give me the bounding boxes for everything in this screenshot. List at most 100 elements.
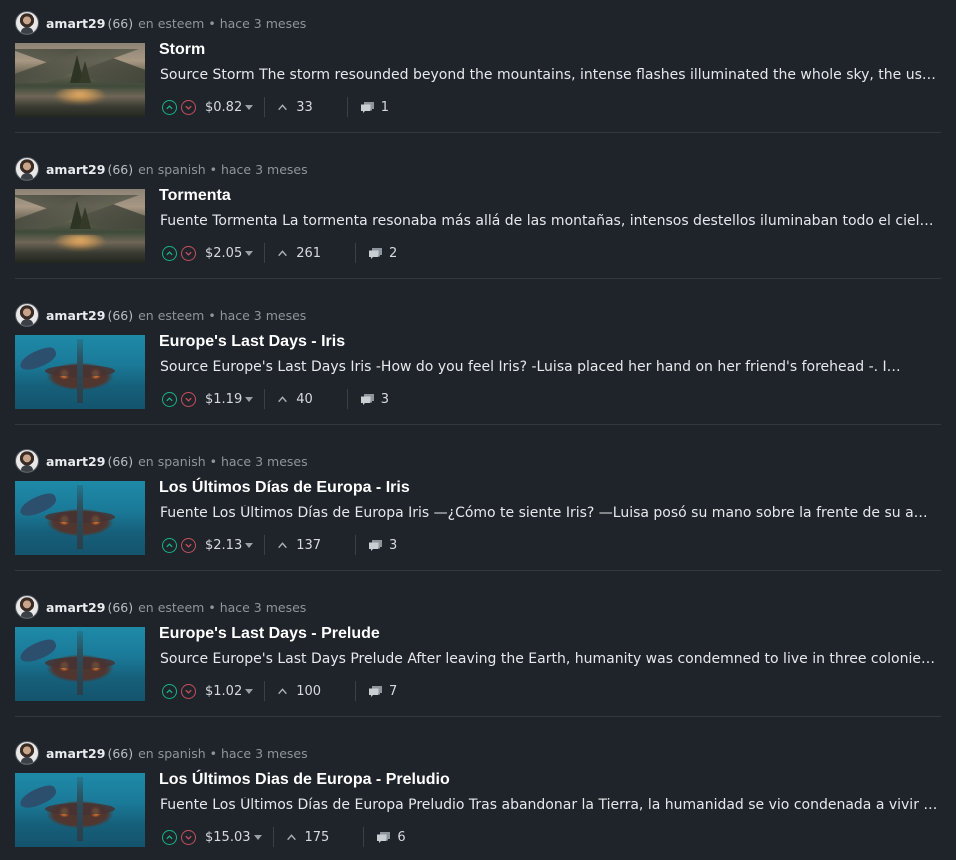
author-name[interactable]: amart29 [46, 16, 105, 31]
caret-down-icon[interactable] [245, 688, 254, 694]
votes-chevron-icon[interactable] [277, 248, 288, 259]
comment-icon[interactable] [368, 684, 383, 698]
upvote-button[interactable] [162, 99, 177, 115]
post-thumbnail[interactable] [15, 627, 145, 701]
post-title[interactable]: Europe's Last Days - Iris [159, 333, 345, 351]
comment-icon[interactable] [376, 830, 391, 844]
comments-count[interactable]: 2 [389, 246, 397, 261]
post-title[interactable]: Europe's Last Days - Prelude [159, 625, 380, 643]
post-thumbnail[interactable] [15, 335, 145, 409]
author-reputation: (66) [107, 453, 134, 469]
caret-down-icon[interactable] [245, 104, 254, 110]
post-title[interactable]: Tormenta [159, 187, 231, 205]
post-excerpt[interactable]: Fuente Los Últimos Días de Europa Prelud… [160, 797, 940, 813]
votes-count[interactable]: 137 [296, 538, 321, 553]
post-card: amart29 (66) en spanish • hace 3 meses L… [0, 438, 956, 584]
votes-chevron-icon[interactable] [277, 102, 288, 113]
chevron-down-icon [185, 689, 192, 694]
caret-down-icon[interactable] [245, 542, 254, 548]
payout-value[interactable]: $2.05 [205, 246, 242, 261]
comment-icon[interactable] [360, 392, 375, 406]
votes-count[interactable]: 175 [305, 830, 330, 845]
avatar[interactable] [15, 595, 39, 619]
comments-count[interactable]: 3 [381, 392, 389, 407]
downvote-button[interactable] [181, 537, 196, 553]
upvote-button[interactable] [162, 245, 177, 261]
avatar[interactable] [15, 449, 39, 473]
community-link[interactable]: en spanish [138, 162, 206, 177]
divider [264, 389, 266, 409]
payout-value[interactable]: $1.02 [205, 684, 242, 699]
votes-chevron-icon[interactable] [277, 540, 288, 551]
author-name[interactable]: amart29 [46, 308, 105, 323]
post-title[interactable]: Storm [159, 41, 205, 59]
author-name[interactable]: amart29 [46, 162, 105, 177]
caret-down-icon[interactable] [245, 396, 254, 402]
votes-count[interactable]: 33 [296, 100, 313, 115]
votes-count[interactable]: 40 [296, 392, 313, 407]
votes-chevron-icon[interactable] [286, 832, 297, 843]
votes-chevron-icon[interactable] [277, 686, 288, 697]
upvote-button[interactable] [162, 829, 177, 845]
votes-chevron-icon[interactable] [277, 394, 288, 405]
chevron-up-icon [166, 542, 173, 547]
comments-count[interactable]: 7 [389, 684, 397, 699]
downvote-button[interactable] [181, 829, 196, 845]
avatar[interactable] [15, 157, 39, 181]
author-name[interactable]: amart29 [46, 454, 105, 469]
author-name[interactable]: amart29 [46, 600, 105, 615]
avatar[interactable] [15, 741, 39, 765]
comments-count[interactable]: 1 [381, 100, 389, 115]
votes-count[interactable]: 100 [296, 684, 321, 699]
downvote-button[interactable] [181, 391, 196, 407]
downvote-button[interactable] [181, 683, 196, 699]
meta-dot: • [205, 745, 221, 761]
caret-down-icon[interactable] [253, 834, 262, 840]
community-link[interactable]: en esteem [138, 600, 204, 615]
community-link[interactable]: en esteem [138, 308, 204, 323]
post-excerpt[interactable]: Fuente Tormenta La tormenta resonaba más… [160, 213, 940, 229]
post-excerpt[interactable]: Source Storm The storm resounded beyond … [160, 67, 940, 83]
payout-value[interactable]: $2.13 [205, 538, 242, 553]
comment-icon[interactable] [360, 100, 375, 114]
post-title[interactable]: Los Últimos Dias de Europa - Preludio [159, 771, 450, 789]
community-link[interactable]: en esteem [138, 16, 204, 31]
comments-count[interactable]: 6 [397, 830, 405, 845]
avatar[interactable] [15, 11, 39, 35]
meta-dot: • [204, 15, 220, 31]
payout-value[interactable]: $0.82 [205, 100, 242, 115]
comments-count[interactable]: 3 [389, 538, 397, 553]
author-reputation: (66) [107, 15, 134, 31]
comment-icon[interactable] [368, 246, 383, 260]
downvote-button[interactable] [181, 99, 196, 115]
author-reputation: (66) [107, 307, 134, 323]
payout-value[interactable]: $15.03 [205, 830, 251, 845]
payout-value[interactable]: $1.19 [205, 392, 242, 407]
community-link[interactable]: en spanish [138, 746, 206, 761]
post-thumbnail[interactable] [15, 481, 145, 555]
post-card: amart29 (66) en esteem • hace 3 meses Eu… [0, 292, 956, 438]
upvote-button[interactable] [162, 537, 177, 553]
post-thumbnail[interactable] [15, 773, 145, 847]
post-title[interactable]: Los Últimos Días de Europa - Iris [159, 479, 410, 497]
author-reputation: (66) [107, 161, 134, 177]
caret-down-icon[interactable] [245, 250, 254, 256]
post-separator [15, 716, 941, 717]
downvote-button[interactable] [181, 245, 196, 261]
post-feed: amart29 (66) en esteem • hace 3 meses St… [0, 0, 956, 860]
divider [272, 827, 274, 847]
votes-count[interactable]: 261 [296, 246, 321, 261]
author-name[interactable]: amart29 [46, 746, 105, 761]
upvote-button[interactable] [162, 391, 177, 407]
comment-icon[interactable] [368, 538, 383, 552]
community-link[interactable]: en spanish [138, 454, 206, 469]
post-excerpt[interactable]: Fuente Los Últimos Días de Europa Iris —… [160, 505, 940, 521]
upvote-button[interactable] [162, 683, 177, 699]
divider [363, 827, 365, 847]
avatar[interactable] [15, 303, 39, 327]
post-excerpt[interactable]: Source Europe's Last Days Prelude After … [160, 651, 940, 667]
post-thumbnail[interactable] [15, 43, 145, 117]
chevron-down-icon [185, 543, 192, 548]
post-thumbnail[interactable] [15, 189, 145, 263]
post-excerpt[interactable]: Source Europe's Last Days Iris -How do y… [160, 359, 940, 375]
